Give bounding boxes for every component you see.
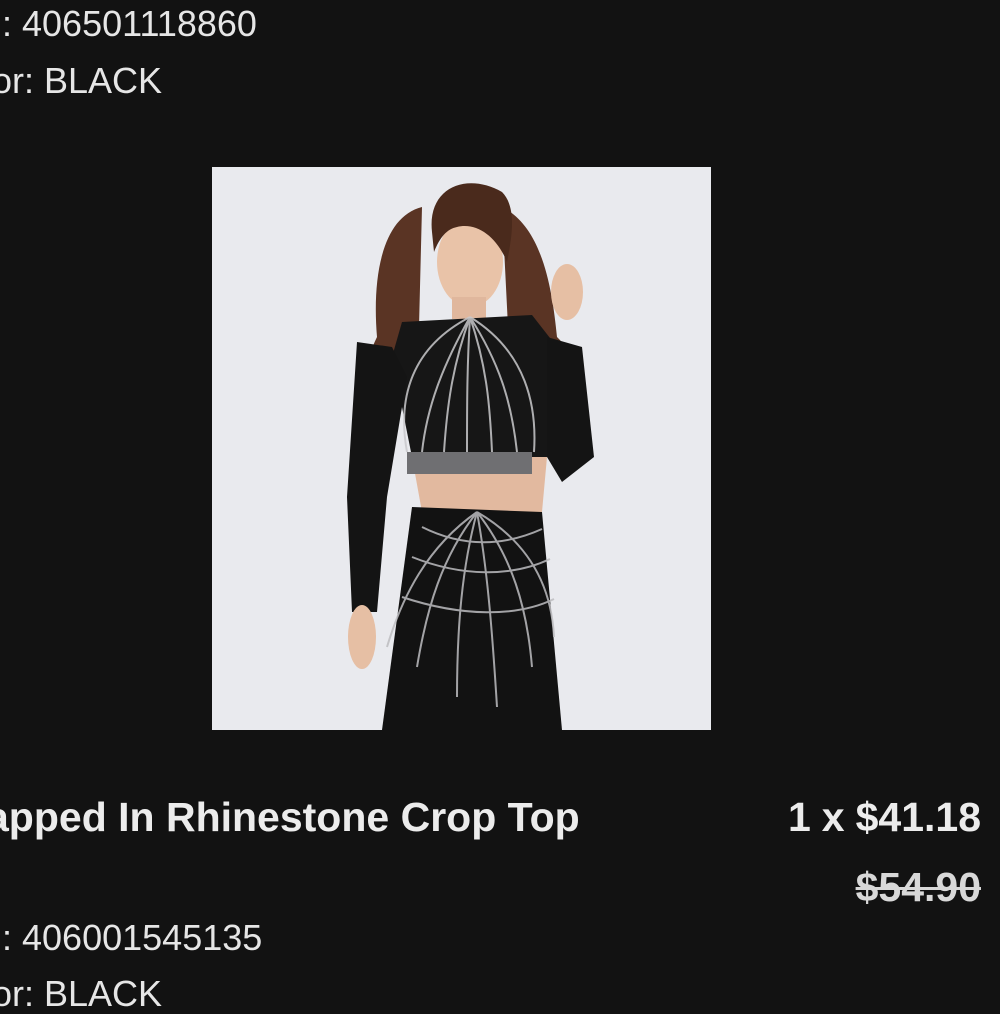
color-value: BLACK (44, 60, 163, 101)
color-label: or: (0, 60, 35, 101)
item-quantity: 1 (787, 794, 811, 840)
sku-value: 406001545135 (22, 917, 263, 958)
item-color: or: BLACK (0, 63, 162, 99)
sku-value: 406501118860 (22, 3, 257, 44)
item-sku: ı: 406001545135 (0, 920, 262, 956)
quantity-separator: x (821, 794, 845, 840)
sku-label: ı: (0, 3, 13, 44)
item-sku: ı: 406501118860 (0, 6, 257, 42)
product-title[interactable]: apped In Rhinestone Crop Top (0, 797, 580, 838)
product-image[interactable] (212, 167, 711, 730)
item-price: $41.18 (855, 794, 981, 840)
product-photo (212, 167, 711, 730)
color-label: or: (0, 973, 35, 1014)
color-value: BLACK (44, 973, 163, 1014)
item-price-line: 1 x $41.18 (788, 797, 981, 838)
sku-label: ı: (0, 917, 13, 958)
original-price: $54.90 (855, 864, 981, 910)
item-color: or: BLACK (0, 976, 162, 1012)
